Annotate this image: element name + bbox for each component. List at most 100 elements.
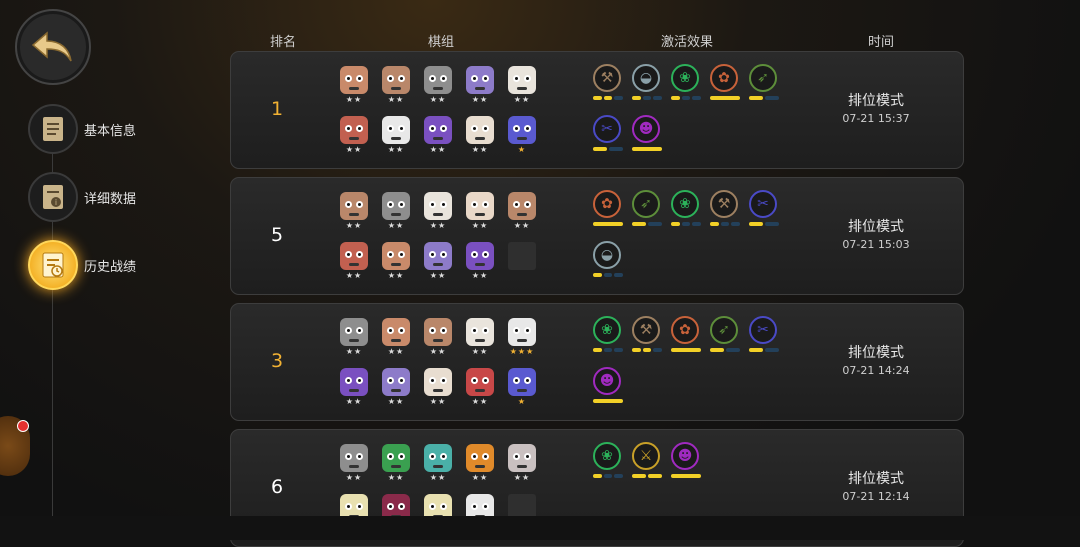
trait-effect[interactable]: ✿ bbox=[710, 64, 740, 100]
trait-effect[interactable]: ◒ bbox=[593, 241, 624, 277]
trait-effect[interactable]: ✂ bbox=[749, 190, 779, 226]
match-card[interactable]: 3 ★★ ★★ ★★ ★★ ★★★ ★★ ★★ ★★ ★★ ★ ❀ ⚒ ✿ ➶ ✂ ☻ 排位模式 07-21 14:… bbox=[230, 303, 964, 421]
chess-piece[interactable]: ★★ bbox=[464, 318, 496, 357]
star-rating: ★★ bbox=[429, 473, 447, 482]
trait-level-bars bbox=[632, 474, 662, 478]
piece-portrait-icon bbox=[340, 242, 368, 270]
star-rating: ★★ bbox=[429, 95, 447, 104]
trait-effect[interactable]: ⚒ bbox=[632, 316, 663, 352]
trait-effect[interactable]: ✂ bbox=[593, 115, 623, 151]
chess-piece[interactable]: ★★ bbox=[338, 368, 370, 407]
star-rating: ★★ bbox=[471, 347, 489, 356]
match-time: 07-21 15:03 bbox=[842, 238, 910, 251]
piece-portrait-icon bbox=[340, 368, 368, 396]
chess-piece[interactable]: ★★★ bbox=[506, 318, 538, 357]
star-rating: ★★ bbox=[471, 145, 489, 154]
piece-portrait-icon bbox=[508, 192, 536, 220]
chess-piece[interactable]: ★★ bbox=[464, 242, 496, 281]
chess-piece[interactable]: ★★ bbox=[506, 66, 538, 105]
trait-effect[interactable]: ➶ bbox=[749, 64, 779, 100]
demon-icon: ☻ bbox=[632, 115, 660, 143]
chess-piece[interactable]: ★★ bbox=[338, 116, 370, 155]
piece-portrait-icon bbox=[340, 116, 368, 144]
piece-portrait-icon bbox=[382, 318, 410, 346]
trait-level-bars bbox=[710, 348, 740, 352]
star-rating: ★★ bbox=[387, 271, 405, 280]
chess-piece[interactable]: ★★ bbox=[464, 368, 496, 407]
match-card[interactable]: 5 ★★ ★★ ★★ ★★ ★★ ★★ ★★ ★★ ★★ ✿ ➶ ❀ ⚒ ✂ ◒ 排位模式 07-21 15:03 bbox=[230, 177, 964, 295]
trait-level-bars bbox=[710, 96, 740, 100]
chess-piece[interactable]: ★★ bbox=[422, 192, 454, 231]
trait-effect[interactable]: ☻ bbox=[632, 115, 662, 151]
trait-effect[interactable]: ❀ bbox=[671, 190, 702, 226]
chess-piece[interactable]: ★★ bbox=[464, 192, 496, 231]
piece-portrait-icon bbox=[466, 66, 494, 94]
chess-piece[interactable]: ★★ bbox=[338, 318, 370, 357]
chess-piece[interactable]: ★★ bbox=[422, 116, 454, 155]
chess-piece[interactable]: ★★ bbox=[464, 116, 496, 155]
nav-basic-info[interactable]: 基本信息 bbox=[28, 104, 136, 154]
trait-effect[interactable]: ➶ bbox=[710, 316, 740, 352]
chess-piece[interactable]: ★★ bbox=[338, 192, 370, 231]
trait-effect[interactable]: ⚒ bbox=[710, 190, 741, 226]
chess-piece[interactable]: ★ bbox=[506, 368, 538, 407]
star-rating: ★★ bbox=[345, 145, 363, 154]
chess-piece[interactable]: ★★ bbox=[380, 444, 412, 483]
chess-piece[interactable]: ★★ bbox=[338, 242, 370, 281]
star-rating: ★★ bbox=[471, 473, 489, 482]
star-rating: ★★ bbox=[471, 221, 489, 230]
chess-piece[interactable]: ★★ bbox=[422, 66, 454, 105]
piece-portrait-icon bbox=[382, 66, 410, 94]
piece-portrait-icon bbox=[466, 368, 494, 396]
rank-value: 3 bbox=[270, 350, 284, 372]
trait-effect[interactable]: ❀ bbox=[593, 316, 624, 352]
trait-effect[interactable]: ◒ bbox=[632, 64, 663, 100]
nav-detailed-data[interactable]: i 详细数据 bbox=[28, 172, 136, 222]
chess-piece[interactable]: ★★ bbox=[338, 66, 370, 105]
match-time: 07-21 12:14 bbox=[842, 490, 910, 503]
trait-effect[interactable]: ☻ bbox=[671, 442, 701, 478]
trait-effect[interactable]: ❀ bbox=[593, 442, 624, 478]
star-rating: ★★ bbox=[429, 397, 447, 406]
chess-piece[interactable]: ★★ bbox=[422, 368, 454, 407]
trait-effect[interactable]: ⚒ bbox=[593, 64, 624, 100]
chess-piece[interactable]: ★★ bbox=[380, 368, 412, 407]
rank-value: 5 bbox=[270, 224, 284, 246]
trait-level-bars bbox=[593, 222, 623, 226]
nav-label: 基本信息 bbox=[84, 123, 137, 139]
chess-piece[interactable]: ★★ bbox=[380, 192, 412, 231]
fox-icon: ✿ bbox=[593, 190, 621, 218]
chess-piece[interactable]: ★★ bbox=[506, 444, 538, 483]
star-rating: ★★ bbox=[345, 221, 363, 230]
trait-effect[interactable]: ✿ bbox=[593, 190, 623, 226]
paw-icon: ❀ bbox=[593, 442, 621, 470]
match-card[interactable]: 1 ★★ ★★ ★★ ★★ ★★ ★★ ★★ ★★ ★★ ★ ⚒ ◒ ❀ ✿ ➶ ✂ ☻ 排位模式 07-21 15:… bbox=[230, 51, 964, 169]
trait-effect[interactable]: ☻ bbox=[593, 367, 623, 403]
chess-piece[interactable]: ★★ bbox=[464, 66, 496, 105]
chess-piece[interactable]: ★★ bbox=[380, 318, 412, 357]
piece-portrait-icon bbox=[424, 116, 452, 144]
trait-effect[interactable]: ✂ bbox=[749, 316, 779, 352]
chess-piece[interactable]: ★★ bbox=[506, 192, 538, 231]
chess-piece[interactable]: ★★ bbox=[422, 242, 454, 281]
nav-match-history[interactable]: 历史战绩 bbox=[28, 240, 136, 290]
piece-portrait-icon bbox=[508, 444, 536, 472]
chess-piece[interactable]: ★★ bbox=[422, 318, 454, 357]
chess-piece[interactable]: ★★ bbox=[464, 444, 496, 483]
match-time: 07-21 14:24 bbox=[842, 364, 910, 377]
trait-effect[interactable]: ➶ bbox=[632, 190, 662, 226]
game-mode: 排位模式 bbox=[848, 471, 904, 487]
chess-piece[interactable]: ★★ bbox=[380, 116, 412, 155]
star-rating: ★★ bbox=[513, 95, 531, 104]
chess-piece[interactable]: ★★ bbox=[380, 66, 412, 105]
chess-piece[interactable]: ★★ bbox=[380, 242, 412, 281]
trait-effect[interactable]: ❀ bbox=[671, 64, 702, 100]
back-button[interactable] bbox=[15, 9, 91, 85]
trait-effect[interactable]: ⚔ bbox=[632, 442, 662, 478]
chess-piece[interactable]: ★ bbox=[506, 116, 538, 155]
piece-portrait-icon bbox=[382, 242, 410, 270]
piece-portrait-icon bbox=[382, 368, 410, 396]
chess-piece[interactable]: ★★ bbox=[338, 444, 370, 483]
trait-effect[interactable]: ✿ bbox=[671, 316, 701, 352]
chess-piece[interactable]: ★★ bbox=[422, 444, 454, 483]
